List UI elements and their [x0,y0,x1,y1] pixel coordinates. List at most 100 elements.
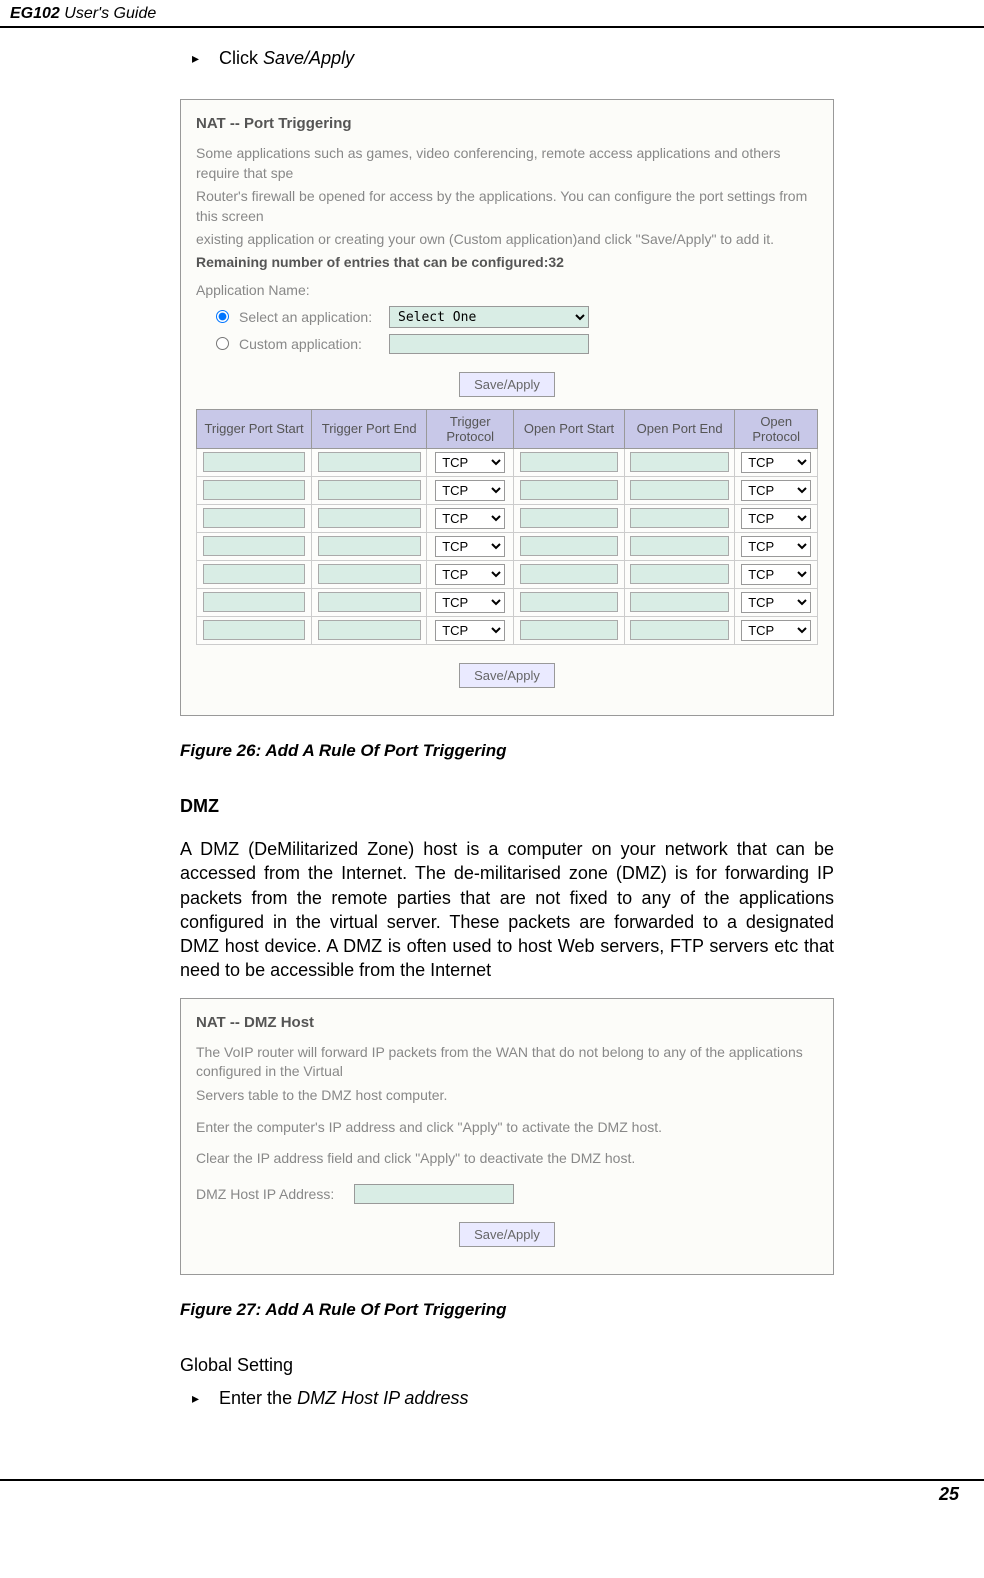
dmz-ip-row: DMZ Host IP Address: [196,1184,818,1204]
open-proto-select[interactable]: TCP [741,620,811,641]
trigger-end-input[interactable] [318,452,421,472]
ss1-desc3: existing application or creating your ow… [196,230,818,250]
ss2-desc1: The VoIP router will forward IP packets … [196,1043,818,1082]
ss1-desc1: Some applications such as games, video c… [196,144,818,183]
open-proto-select[interactable]: TCP [741,452,811,473]
trigger-proto-select[interactable]: TCP [435,480,505,501]
bullet-arrow-icon: ▸ [192,50,199,67]
table-row: TCP TCP [197,588,818,616]
table-row: TCP TCP [197,616,818,644]
trigger-start-input[interactable] [203,536,306,556]
ss2-desc3: Enter the computer's IP address and clic… [196,1118,818,1138]
th-trigger-end: Trigger Port End [312,409,427,448]
trigger-start-input[interactable] [203,508,306,528]
trigger-start-input[interactable] [203,620,306,640]
trigger-proto-select[interactable]: TCP [435,620,505,641]
trigger-start-input[interactable] [203,592,306,612]
bullet2-prefix: Enter the [219,1388,297,1408]
trigger-proto-select[interactable]: TCP [435,508,505,529]
open-end-input[interactable] [630,620,728,640]
trigger-proto-select[interactable]: TCP [435,452,505,473]
trigger-end-input[interactable] [318,480,421,500]
open-start-input[interactable] [520,564,618,584]
open-start-input[interactable] [520,480,618,500]
select-app-row: Select an application: Select One [216,306,818,328]
global-setting-heading: Global Setting [180,1355,834,1376]
ss2-desc2: Servers table to the DMZ host computer. [196,1086,818,1106]
app-name-label: Application Name: [196,282,818,298]
save-row-3: Save/Apply [196,1222,818,1247]
port-triggering-table: Trigger Port Start Trigger Port End Trig… [196,409,818,645]
open-end-input[interactable] [630,508,728,528]
bullet-action: Save/Apply [263,48,354,68]
trigger-start-input[interactable] [203,564,306,584]
ss1-title: NAT -- Port Triggering [196,115,818,132]
table-row: TCP TCP [197,476,818,504]
dmz-heading: DMZ [180,796,834,817]
open-proto-select[interactable]: TCP [741,564,811,585]
open-end-input[interactable] [630,536,728,556]
trigger-end-input[interactable] [318,564,421,584]
ss1-desc2: Router's firewall be opened for access b… [196,187,818,226]
dmz-ip-label: DMZ Host IP Address: [196,1186,334,1202]
table-row: TCP TCP [197,532,818,560]
table-row: TCP TCP [197,504,818,532]
open-end-input[interactable] [630,592,728,612]
header-suffix: User's Guide [60,5,156,22]
trigger-end-input[interactable] [318,508,421,528]
save-apply-button-1[interactable]: Save/Apply [459,372,555,397]
th-open-start: Open Port Start [514,409,625,448]
ss2-desc4: Clear the IP address field and click "Ap… [196,1149,818,1169]
open-proto-select[interactable]: TCP [741,480,811,501]
bullet2-action: DMZ Host IP address [297,1388,468,1408]
trigger-start-input[interactable] [203,452,306,472]
radio-custom-app[interactable] [216,337,229,350]
custom-app-row: Custom application: [216,334,818,354]
page-number: 25 [0,1479,984,1515]
open-end-input[interactable] [630,480,728,500]
open-proto-select[interactable]: TCP [741,508,811,529]
bullet-click-save: ▸ Click Save/Apply [192,48,834,69]
open-start-input[interactable] [520,592,618,612]
open-proto-select[interactable]: TCP [741,536,811,557]
trigger-proto-select[interactable]: TCP [435,564,505,585]
th-trigger-proto: Trigger Protocol [427,409,514,448]
radio-select-app[interactable] [216,310,229,323]
bullet-arrow-icon-2: ▸ [192,1390,199,1407]
open-proto-select[interactable]: TCP [741,592,811,613]
bullet-enter-dmz: ▸ Enter the DMZ Host IP address [192,1388,834,1409]
open-start-input[interactable] [520,508,618,528]
radio-custom-label: Custom application: [239,336,389,352]
save-apply-button-3[interactable]: Save/Apply [459,1222,555,1247]
save-row-1: Save/Apply [196,372,818,397]
table-row: TCP TCP [197,448,818,476]
open-end-input[interactable] [630,564,728,584]
save-apply-button-2[interactable]: Save/Apply [459,663,555,688]
table-row: TCP TCP [197,560,818,588]
dmz-ip-input[interactable] [354,1184,514,1204]
open-end-input[interactable] [630,452,728,472]
screenshot-dmz-host: NAT -- DMZ Host The VoIP router will for… [180,998,834,1275]
screenshot-port-triggering: NAT -- Port Triggering Some applications… [180,99,834,716]
open-start-input[interactable] [520,452,618,472]
th-open-proto: Open Protocol [735,409,818,448]
trigger-end-input[interactable] [318,592,421,612]
th-open-end: Open Port End [624,409,735,448]
trigger-proto-select[interactable]: TCP [435,536,505,557]
trigger-start-input[interactable] [203,480,306,500]
ss1-remaining: Remaining number of entries that can be … [196,254,818,270]
radio-select-label: Select an application: [239,309,389,325]
custom-app-input[interactable] [389,334,589,354]
open-start-input[interactable] [520,620,618,640]
page-content: ▸ Click Save/Apply NAT -- Port Triggerin… [0,28,984,1459]
open-start-input[interactable] [520,536,618,556]
ss2-title: NAT -- DMZ Host [196,1014,818,1031]
bullet-prefix: Click [219,48,263,68]
dmz-body: A DMZ (DeMilitarized Zone) host is a com… [180,837,834,983]
trigger-proto-select[interactable]: TCP [435,592,505,613]
save-row-2: Save/Apply [196,663,818,688]
trigger-end-input[interactable] [318,620,421,640]
trigger-end-input[interactable] [318,536,421,556]
select-application-dropdown[interactable]: Select One [389,306,589,328]
figure-26-caption: Figure 26: Add A Rule Of Port Triggering [180,741,834,761]
